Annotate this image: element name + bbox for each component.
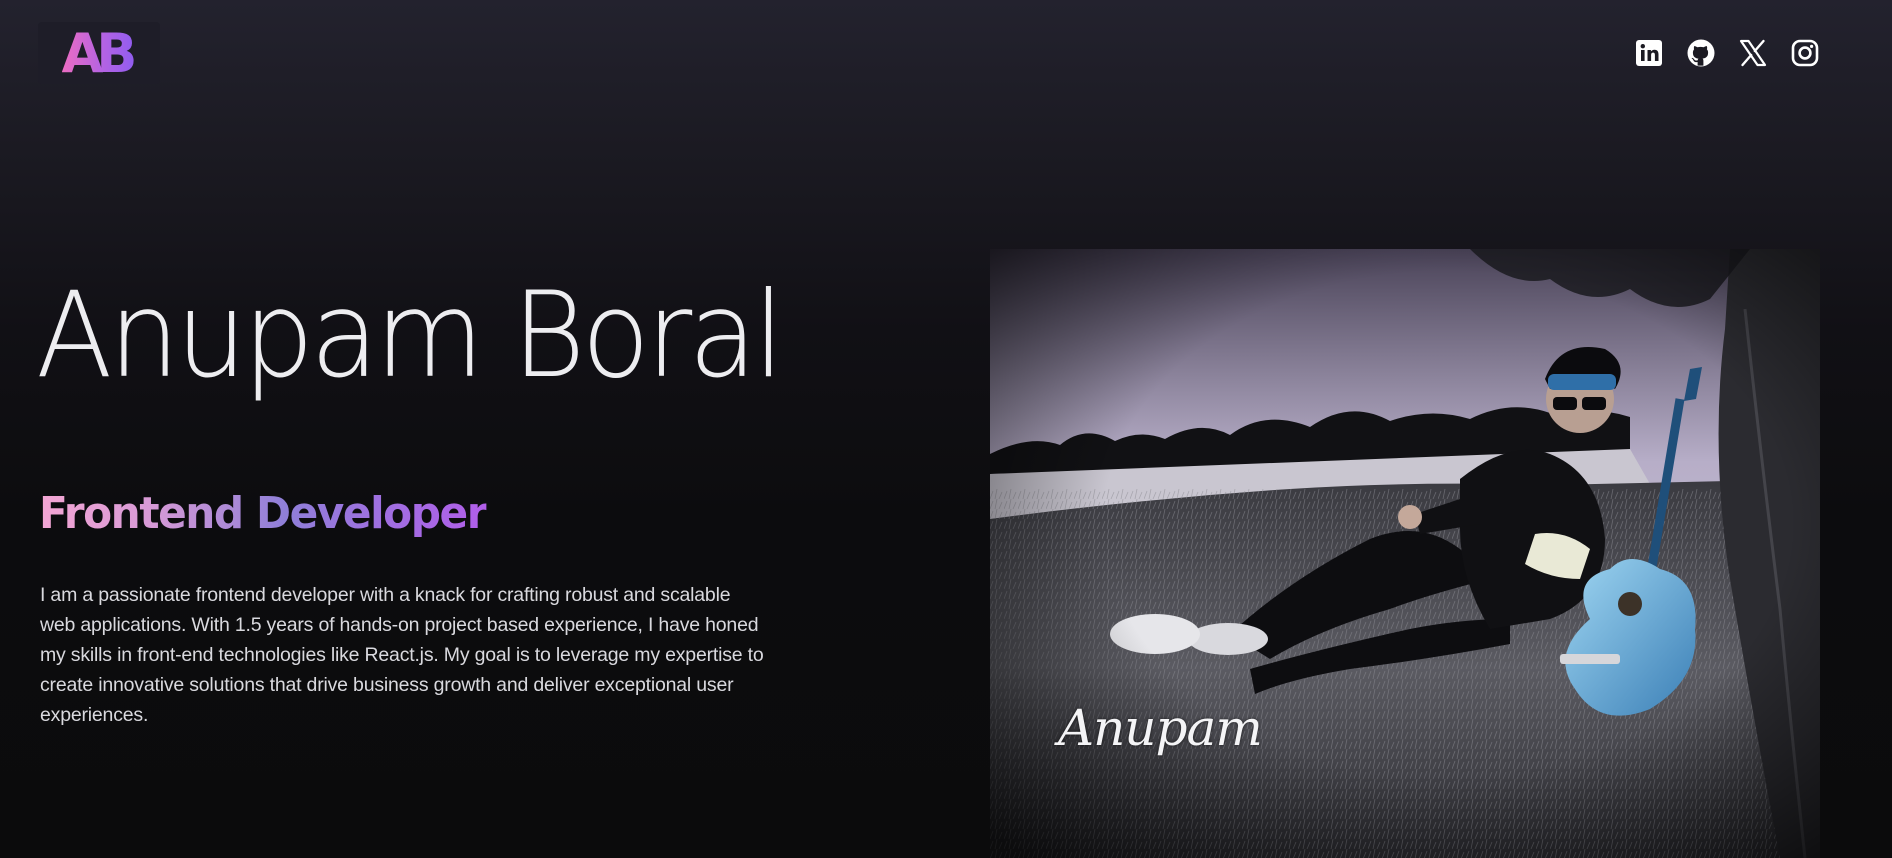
hero-role: Frontend Developer	[39, 488, 488, 539]
social-links	[1632, 36, 1822, 70]
profile-photo: Anupam	[990, 249, 1820, 858]
x-link[interactable]	[1736, 36, 1770, 70]
instagram-link[interactable]	[1788, 36, 1822, 70]
photo-signature: Anupam	[1058, 699, 1263, 757]
github-icon	[1687, 39, 1715, 67]
page: AB Anupam Boral Frontend Developer I am …	[0, 0, 1892, 858]
hero-bio: I am a passionate frontend developer wit…	[40, 584, 764, 726]
instagram-icon	[1791, 39, 1819, 67]
hero-name: Anupam Boral	[36, 267, 784, 405]
logo[interactable]: AB	[38, 22, 160, 84]
logo-text: AB	[62, 27, 138, 81]
github-link[interactable]	[1684, 36, 1718, 70]
profile-photo-image	[990, 249, 1820, 858]
linkedin-icon	[1636, 40, 1662, 66]
linkedin-link[interactable]	[1632, 36, 1666, 70]
x-icon	[1739, 39, 1767, 67]
